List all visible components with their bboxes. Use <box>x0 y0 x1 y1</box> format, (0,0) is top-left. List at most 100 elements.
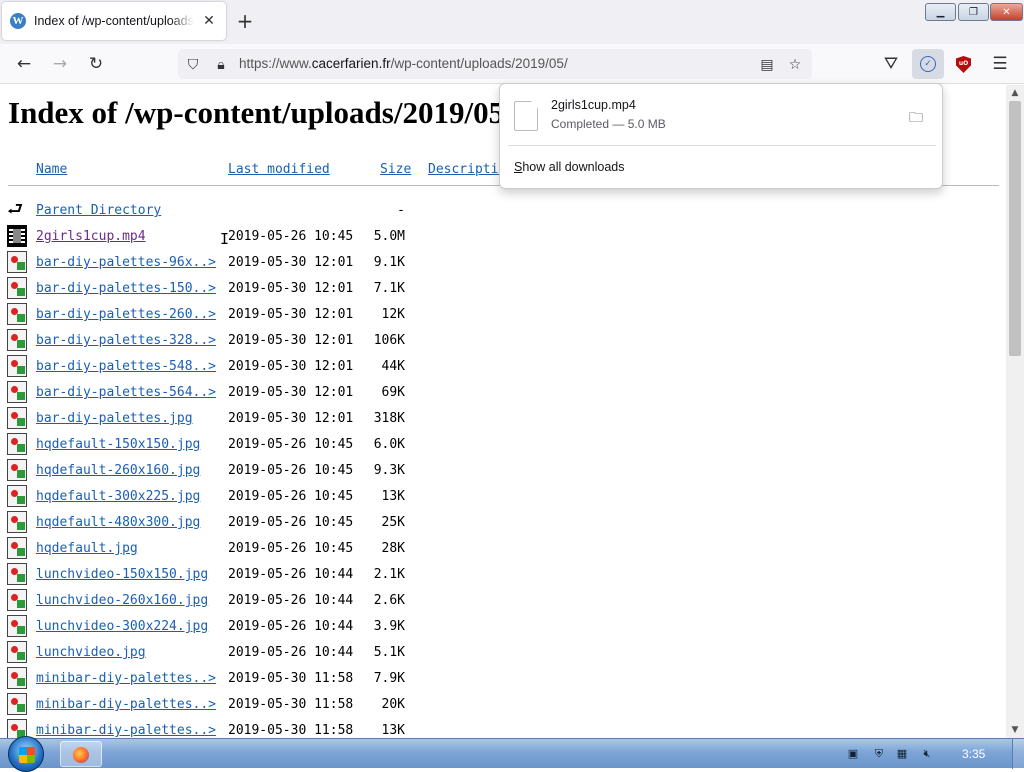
file-link[interactable]: lunchvideo-300x224.jpg <box>36 619 208 634</box>
file-link[interactable]: bar-diy-palettes.jpg <box>36 411 193 426</box>
size-cell: 6.0K <box>373 437 405 452</box>
address-bar[interactable]: ⛉ 🔒︎ https://www.cacerfarien.fr/wp-conte… <box>178 49 812 79</box>
size-cell: 13K <box>381 723 405 738</box>
url-text[interactable]: https://www.cacerfarien.fr/wp-content/up… <box>239 56 568 71</box>
tab-active[interactable]: W Index of /wp-content/uploads/2019/05/ … <box>2 2 226 40</box>
last-modified-cell: 2019-05-26 10:45 <box>228 515 354 530</box>
file-link[interactable]: hqdefault-300x225.jpg <box>36 489 200 504</box>
file-link[interactable]: bar-diy-palettes-150..> <box>36 281 216 296</box>
lock-icon[interactable]: 🔒︎ <box>212 56 230 74</box>
table-row: hqdefault-300x225.jpg 2019-05-26 10:45 13K <box>0 484 1000 510</box>
last-modified-cell: 2019-05-30 12:01 <box>228 411 354 426</box>
last-modified-cell: 2019-05-30 12:01 <box>228 255 354 270</box>
last-modified-cell: 2019-05-26 10:44 <box>228 593 354 608</box>
file-link[interactable]: hqdefault.jpg <box>36 541 138 556</box>
size-cell: 2.6K <box>373 593 405 608</box>
file-link[interactable]: minibar-diy-palettes..> <box>36 671 216 686</box>
taskbar-firefox-button[interactable] <box>60 741 102 767</box>
url-path: /wp-content/uploads/2019/05/ <box>390 56 568 71</box>
back-arrow-icon[interactable]: ← <box>12 52 36 76</box>
text-cursor-icon: I <box>220 230 230 248</box>
network-icon[interactable]: ▦ <box>895 747 909 761</box>
file-link[interactable]: minibar-diy-palettes..> <box>36 697 216 712</box>
windows-taskbar: ▣ ⛨ ▦ 🔇︎ 3:35 <box>0 736 1024 772</box>
file-link[interactable]: bar-diy-palettes-564..> <box>36 385 216 400</box>
security-shield-icon[interactable]: ⛨ <box>872 747 886 761</box>
image-file-icon <box>7 485 27 507</box>
volume-muted-icon[interactable]: 🔇︎ <box>920 747 934 761</box>
column-header-name[interactable]: Name <box>36 162 67 177</box>
close-window-button[interactable]: ✕ <box>990 3 1023 21</box>
image-file-icon <box>7 407 27 429</box>
column-header-last-modified[interactable]: Last modified <box>228 162 330 177</box>
scrollbar-thumb[interactable] <box>1009 101 1021 356</box>
scroll-down-arrow-icon[interactable]: ▼ <box>1006 722 1024 738</box>
image-file-icon <box>7 537 27 559</box>
bookmark-star-icon[interactable]: ☆ <box>786 56 804 74</box>
image-file-icon <box>7 251 27 273</box>
image-file-icon <box>7 693 27 715</box>
last-modified-cell: 2019-05-30 12:01 <box>228 307 354 322</box>
browser-titlebar: W Index of /wp-content/uploads/2019/05/ … <box>0 0 1024 44</box>
file-link[interactable]: bar-diy-palettes-328..> <box>36 333 216 348</box>
file-link[interactable]: hqdefault-260x160.jpg <box>36 463 200 478</box>
image-file-icon <box>7 277 27 299</box>
table-row: lunchvideo-150x150.jpg 2019-05-26 10:44 2.… <box>0 562 1000 588</box>
reader-view-icon[interactable]: ▤ <box>758 56 776 74</box>
file-link[interactable]: lunchvideo-260x160.jpg <box>36 593 208 608</box>
size-cell: 44K <box>381 359 405 374</box>
table-row: 2girls1cup.mp4 2019-05-26 10:45 5.0M <box>0 224 1000 250</box>
file-link[interactable]: hqdefault-150x150.jpg <box>36 437 200 452</box>
image-file-icon <box>7 589 27 611</box>
file-link[interactable]: hqdefault-480x300.jpg <box>36 515 200 530</box>
size-cell: 106K <box>373 333 405 348</box>
table-row: hqdefault-150x150.jpg 2019-05-26 10:45 6.0… <box>0 432 1000 458</box>
tab-close-icon[interactable]: ✕ <box>200 13 218 29</box>
url-host: cacerfarien.fr <box>311 56 391 71</box>
size-cell: 25K <box>381 515 405 530</box>
image-file-icon <box>7 563 27 585</box>
size-cell: 318K <box>373 411 405 426</box>
show-all-downloads-button[interactable]: Show all downloads <box>514 160 625 174</box>
image-file-icon <box>7 667 27 689</box>
url-prefix: https://www. <box>239 56 312 71</box>
file-link[interactable]: lunchvideo.jpg <box>36 645 146 660</box>
file-link[interactable]: Parent Directory <box>36 203 161 218</box>
hamburger-menu-icon[interactable]: ☰ <box>988 52 1012 76</box>
forward-arrow-icon[interactable]: → <box>48 52 72 76</box>
file-link[interactable]: lunchvideo-150x150.jpg <box>36 567 208 582</box>
show-desktop-button[interactable] <box>1012 739 1024 769</box>
action-center-icon[interactable]: ▣ <box>846 747 860 761</box>
vertical-scrollbar[interactable]: ▲ ▼ <box>1006 85 1024 738</box>
firefox-icon <box>73 747 89 763</box>
open-folder-icon[interactable]: 🗀 <box>907 107 925 126</box>
download-file-name[interactable]: 2girls1cup.mp4 <box>551 98 636 112</box>
taskbar-clock[interactable]: 3:35 <box>962 747 985 761</box>
pocket-icon[interactable]: ⛛ <box>879 52 903 76</box>
minimize-button[interactable]: ▁ <box>925 3 956 21</box>
download-status: Completed — 5.0 MB <box>551 117 666 131</box>
column-header-size[interactable]: Size <box>380 162 411 177</box>
size-cell: 9.3K <box>373 463 405 478</box>
file-link[interactable]: minibar-diy-palettes..> <box>36 723 216 738</box>
wordpress-icon: W <box>10 13 26 29</box>
file-link[interactable]: bar-diy-palettes-548..> <box>36 359 216 374</box>
table-row: lunchvideo-260x160.jpg 2019-05-26 10:44 2.… <box>0 588 1000 614</box>
downloads-button[interactable]: ✓ <box>912 49 944 79</box>
table-row: bar-diy-palettes-150..> 2019-05-30 12:01 7… <box>0 276 1000 302</box>
panel-divider <box>508 145 936 146</box>
new-tab-button[interactable]: + <box>234 10 256 32</box>
tracking-shield-icon[interactable]: ⛉ <box>184 56 202 74</box>
file-link[interactable]: bar-diy-palettes-260..> <box>36 307 216 322</box>
size-cell: 7.1K <box>373 281 405 296</box>
reload-icon[interactable]: ↻ <box>84 52 108 76</box>
table-row: bar-diy-palettes.jpg 2019-05-30 12:01 318K <box>0 406 1000 432</box>
table-row: bar-diy-palettes-260..> 2019-05-30 12:01 1… <box>0 302 1000 328</box>
ublock-origin-icon[interactable]: uO <box>956 56 971 73</box>
image-file-icon <box>7 355 27 377</box>
maximize-button[interactable]: ❐ <box>958 3 989 21</box>
file-link[interactable]: 2girls1cup.mp4 <box>36 229 146 244</box>
file-link[interactable]: bar-diy-palettes-96x..> <box>36 255 216 270</box>
start-button[interactable] <box>8 736 44 772</box>
scroll-up-arrow-icon[interactable]: ▲ <box>1006 85 1024 101</box>
